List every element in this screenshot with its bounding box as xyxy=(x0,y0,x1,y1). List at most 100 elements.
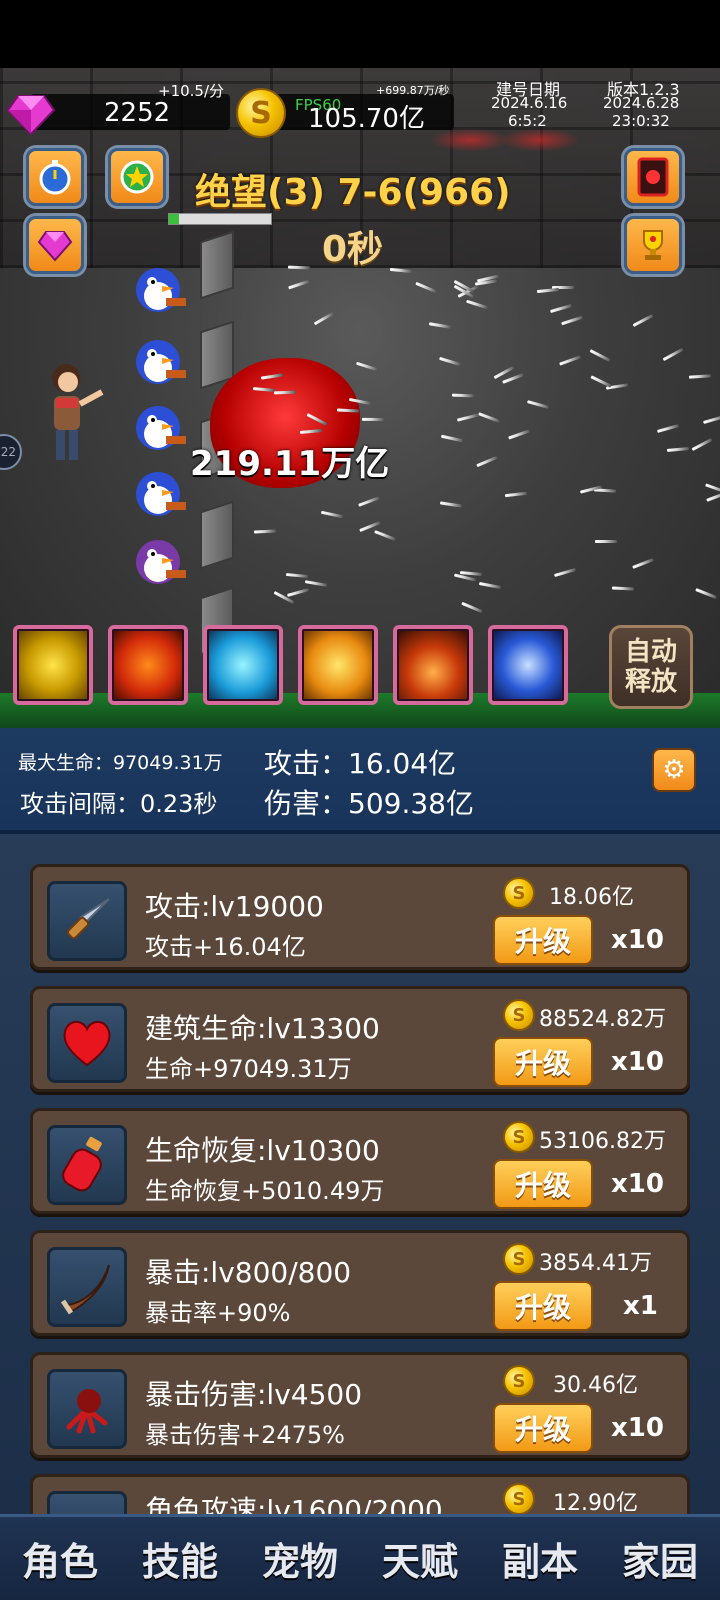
stage-progress-fill xyxy=(169,214,180,224)
medal-icon xyxy=(120,160,154,194)
penguin-gunner xyxy=(136,406,186,450)
upgrade-button[interactable]: 升级 xyxy=(493,915,593,965)
flying-knife xyxy=(287,265,310,269)
gold-rate: +699.87万/秒 xyxy=(376,84,450,97)
stage-timer: 0秒 xyxy=(322,229,384,270)
boss-eye-glow xyxy=(430,128,510,152)
skill-meteor[interactable] xyxy=(393,625,473,705)
skill-vortex[interactable] xyxy=(13,625,93,705)
nav-home[interactable]: 家园 xyxy=(622,1531,698,1586)
trophy-button[interactable] xyxy=(624,216,682,274)
stopwatch-icon xyxy=(39,160,71,195)
nav-pets[interactable]: 宠物 xyxy=(262,1531,338,1586)
flying-knife xyxy=(589,349,611,362)
stopwatch-button[interactable] xyxy=(26,148,84,206)
flying-knife xyxy=(441,434,464,443)
flying-knife xyxy=(703,415,720,425)
penguin-gunner xyxy=(136,540,186,584)
flying-knife xyxy=(452,393,475,398)
flying-knife xyxy=(666,447,689,453)
stat-damage: 伤害：509.38亿 xyxy=(264,787,474,820)
flying-knife xyxy=(355,361,378,371)
upgrade-button[interactable]: 升级 xyxy=(493,1037,593,1087)
upgrade-title: 攻击:lv19000 xyxy=(145,890,324,923)
flying-knife xyxy=(507,429,530,440)
nav-talent[interactable]: 天赋 xyxy=(382,1531,458,1586)
skill-explosion[interactable] xyxy=(298,625,378,705)
skill-tornado[interactable] xyxy=(203,625,283,705)
potion-icon xyxy=(62,1136,102,1192)
flying-knife xyxy=(461,601,483,614)
flying-knife xyxy=(612,586,635,591)
upgrade-desc: 生命恢复+5010.49万 xyxy=(145,1177,385,1205)
settings-button[interactable]: ⚙ xyxy=(652,748,696,792)
flying-knife xyxy=(662,348,684,362)
flying-knife xyxy=(320,510,344,518)
upgrade-title: 角色攻速:lv1600/2000 xyxy=(145,1494,443,1514)
flying-knife xyxy=(705,483,720,494)
barricade xyxy=(200,230,234,300)
trophy-icon xyxy=(643,230,663,260)
multiplier-toggle[interactable]: x1 xyxy=(623,1291,658,1321)
flying-knife xyxy=(691,438,713,452)
flying-knife xyxy=(305,579,328,587)
upgrade-list[interactable]: 攻击:lv19000 攻击+16.04亿 S 18.06亿 升级 x10 建筑生… xyxy=(0,834,720,1514)
heart-icon xyxy=(63,1021,111,1067)
flying-knife xyxy=(475,455,498,468)
upgrade-icon-frame xyxy=(47,1491,127,1514)
upgrade-card-crit-damage: 暴击伤害:lv4500 暴击伤害+2475% S 30.46亿 升级 x10 xyxy=(30,1352,690,1458)
penguin-gunner xyxy=(136,268,186,312)
upgrade-card-attack: 攻击:lv19000 攻击+16.04亿 S 18.06亿 升级 x10 xyxy=(30,864,690,970)
card-icon xyxy=(637,157,669,197)
flying-knife xyxy=(527,399,550,409)
upgrade-button[interactable]: 升级 xyxy=(493,1159,593,1209)
coin-icon: S xyxy=(503,1365,535,1397)
upgrade-button[interactable]: 升级 xyxy=(493,1281,593,1331)
gear-icon: ⚙ xyxy=(662,755,686,785)
nav-dungeon[interactable]: 副本 xyxy=(502,1531,578,1586)
coin-icon: S xyxy=(503,1121,535,1153)
flying-knife xyxy=(689,374,712,379)
upgrade-desc: 暴击伤害+2475% xyxy=(145,1421,345,1449)
gem-icon xyxy=(37,231,73,262)
multiplier-toggle[interactable]: x10 xyxy=(611,925,664,955)
upgrade-icon-frame xyxy=(47,1003,127,1083)
upgrade-cost: 30.46亿 xyxy=(553,1373,638,1398)
bottom-nav: 角色 技能 宠物 天赋 副本 家园 xyxy=(0,1514,720,1600)
upgrade-title: 暴击:lv800/800 xyxy=(145,1256,352,1289)
flying-knife xyxy=(632,557,654,569)
flying-knife xyxy=(286,588,309,598)
nav-role[interactable]: 角色 xyxy=(22,1531,98,1586)
barricade xyxy=(200,500,234,570)
boss-eye-glow xyxy=(500,128,580,152)
multiplier-toggle[interactable]: x10 xyxy=(611,1413,664,1443)
multiplier-toggle[interactable]: x10 xyxy=(611,1047,664,1077)
flying-knife xyxy=(559,355,581,366)
skill-berserk[interactable] xyxy=(108,625,188,705)
flying-knife xyxy=(286,573,309,579)
flying-knife xyxy=(389,267,412,273)
medal-button[interactable] xyxy=(108,148,166,206)
damage-number: 219.11万亿 xyxy=(190,444,390,484)
flying-knife xyxy=(478,412,500,423)
card-button[interactable] xyxy=(624,148,682,206)
battle-area: 2252 +10.5/分 S FPS60 105.70亿 +699.87万/秒 … xyxy=(0,68,720,728)
flying-knife xyxy=(313,311,335,326)
flying-knife xyxy=(374,530,397,541)
flying-knife xyxy=(428,322,452,329)
horn-icon xyxy=(60,1264,110,1315)
upgrade-card-building-hp: 建筑生命:lv13300 生命+97049.31万 S 88524.82万 升级… xyxy=(30,986,690,1092)
side-badge[interactable]: 22 xyxy=(0,434,22,470)
upgrade-card-crit: 暴击:lv800/800 暴击率+90% S 3854.41万 升级 x1 xyxy=(30,1230,690,1336)
auto-cast-button[interactable]: 自动 释放 xyxy=(609,625,693,709)
coin-icon: S xyxy=(503,999,535,1031)
upgrade-button[interactable]: 升级 xyxy=(493,1403,593,1453)
multiplier-toggle[interactable]: x10 xyxy=(611,1169,664,1199)
coin-icon: S xyxy=(503,877,535,909)
upgrade-title: 建筑生命:lv13300 xyxy=(145,1012,380,1045)
skill-lightning[interactable] xyxy=(488,625,568,705)
upgrade-cost: 53106.82万 xyxy=(539,1129,666,1154)
gem-rate: +10.5/分 xyxy=(158,82,225,100)
gem-shop-button[interactable] xyxy=(26,216,84,274)
nav-skills[interactable]: 技能 xyxy=(142,1531,218,1586)
